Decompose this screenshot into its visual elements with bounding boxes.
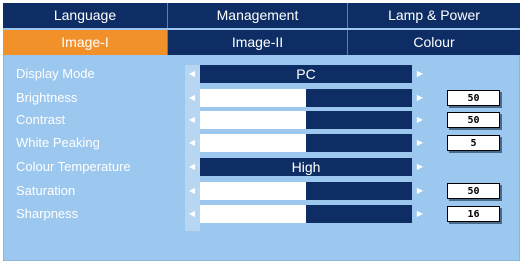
saturation-label: Saturation xyxy=(16,183,76,198)
tab-image-2[interactable]: Image-II xyxy=(168,30,348,55)
sharpness-left-icon[interactable]: ◀ xyxy=(186,205,198,223)
colour-temperature-label: Colour Temperature xyxy=(16,159,131,174)
white-peaking-slider-fill xyxy=(200,134,306,152)
white-peaking-value: 5 xyxy=(447,135,500,151)
white-peaking-label: White Peaking xyxy=(16,135,100,150)
sharpness-label: Sharpness xyxy=(16,206,79,221)
sharpness-slider[interactable] xyxy=(200,205,412,223)
tab-language[interactable]: Language xyxy=(3,3,168,28)
saturation-slider[interactable] xyxy=(200,182,412,200)
saturation-value: 50 xyxy=(447,183,500,199)
white-peaking-left-icon[interactable]: ◀ xyxy=(186,134,198,152)
tab-image-1[interactable]: Image-I xyxy=(3,30,168,55)
sharpness-right-icon[interactable]: ▶ xyxy=(414,205,426,223)
contrast-left-icon[interactable]: ◀ xyxy=(186,111,198,129)
display-mode-select[interactable]: PC xyxy=(200,65,412,83)
sharpness-value: 16 xyxy=(447,206,500,222)
display-mode-left-icon[interactable]: ◀ xyxy=(186,65,198,83)
saturation-left-icon[interactable]: ◀ xyxy=(186,182,198,200)
colour-temperature-left-icon[interactable]: ◀ xyxy=(186,158,198,176)
tab-lamp-power[interactable]: Lamp & Power xyxy=(348,3,520,28)
sharpness-slider-fill xyxy=(200,205,306,223)
brightness-right-icon[interactable]: ▶ xyxy=(414,89,426,107)
brightness-slider[interactable] xyxy=(200,89,412,107)
tab-colour[interactable]: Colour xyxy=(348,30,520,55)
brightness-left-icon[interactable]: ◀ xyxy=(186,89,198,107)
brightness-slider-fill xyxy=(200,89,306,107)
colour-temperature-select[interactable]: High xyxy=(200,158,412,176)
colour-temperature-right-icon[interactable]: ▶ xyxy=(414,158,426,176)
saturation-slider-fill xyxy=(200,182,306,200)
white-peaking-right-icon[interactable]: ▶ xyxy=(414,134,426,152)
brightness-value: 50 xyxy=(447,90,500,106)
brightness-label: Brightness xyxy=(16,90,78,105)
white-peaking-slider[interactable] xyxy=(200,134,412,152)
contrast-slider-fill xyxy=(200,111,306,129)
display-mode-label: Display Mode xyxy=(16,66,95,81)
tab-row-top: Language Management Lamp & Power xyxy=(3,3,520,28)
saturation-right-icon[interactable]: ▶ xyxy=(414,182,426,200)
tab-management[interactable]: Management xyxy=(168,3,348,28)
tab-row-bottom: Image-I Image-II Colour xyxy=(3,30,520,55)
contrast-label: Contrast xyxy=(16,112,66,127)
contrast-value: 50 xyxy=(447,112,500,128)
display-mode-right-icon[interactable]: ▶ xyxy=(414,65,426,83)
contrast-right-icon[interactable]: ▶ xyxy=(414,111,426,129)
contrast-slider[interactable] xyxy=(200,111,412,129)
